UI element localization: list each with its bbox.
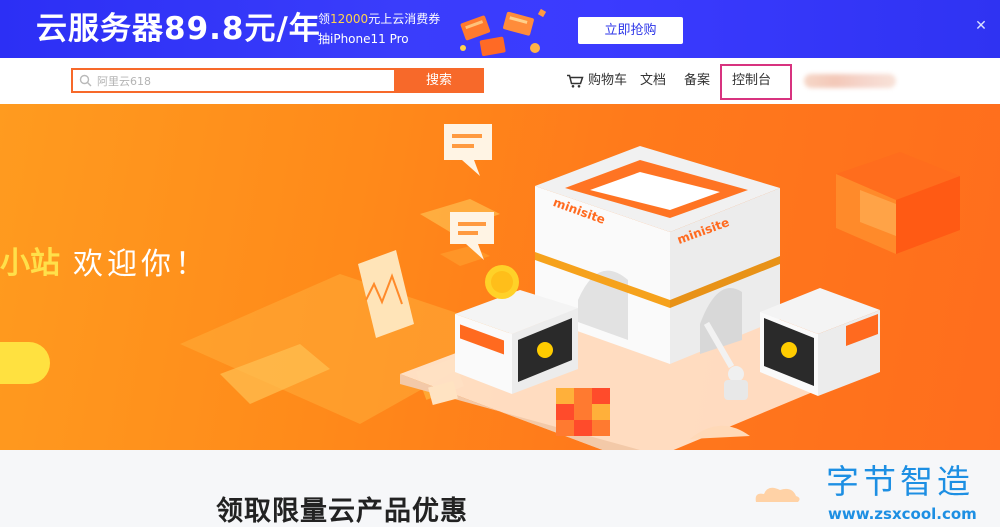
promo-coupon-amount: 12000 [330,12,369,26]
search-box[interactable] [71,68,394,93]
hero-banner: minisite minisite 小站 欢迎你！ [0,104,1000,450]
promo-lottery-text: 抽iPhone11 Pro [318,32,409,46]
top-navigation: 搜索 购物车 文档 备案 控制台 [0,58,1000,104]
watermark-logo: 字节智造 [826,462,974,501]
promo-coupon-text: 领12000元上云消费券 [318,10,440,28]
buy-now-button[interactable]: 立即抢购 [578,17,683,44]
promo-title: 云服务器89.8元/年 [36,11,321,47]
hero-title-highlight: 小站 [0,246,60,281]
nav-cart-label: 购物车 [588,73,628,88]
nav-console[interactable]: 控制台 [732,58,771,104]
cart-icon [567,74,584,88]
promotions-section: 领取限量云产品优惠 字节智造 www.zsxcool.com [0,450,1000,527]
promo-coupon-illustration [460,8,547,57]
watermark-url: www.zsxcool.com [828,505,977,523]
nav-icp-filing[interactable]: 备案 [684,58,710,104]
promo-coupon-prefix: 领 [318,12,331,26]
nav-docs[interactable]: 文档 [640,58,666,104]
close-icon[interactable]: ✕ [973,18,989,34]
cloud-decoration [755,487,800,502]
hero-title: 欢迎你！ [73,247,209,282]
search-input[interactable] [97,71,377,91]
promo-banner[interactable]: 云服务器89.8元/年 领12000元上云消费券 抽iPhone11 Pro 立… [0,0,1000,58]
promo-coupon-suffix: 元上云消费券 [368,12,441,26]
hero-cta-button[interactable] [0,342,50,384]
search-icon [79,74,92,87]
user-account-blurred[interactable] [804,74,896,88]
section-title: 领取限量云产品优惠 [216,496,468,527]
search-button[interactable]: 搜索 [394,68,484,93]
